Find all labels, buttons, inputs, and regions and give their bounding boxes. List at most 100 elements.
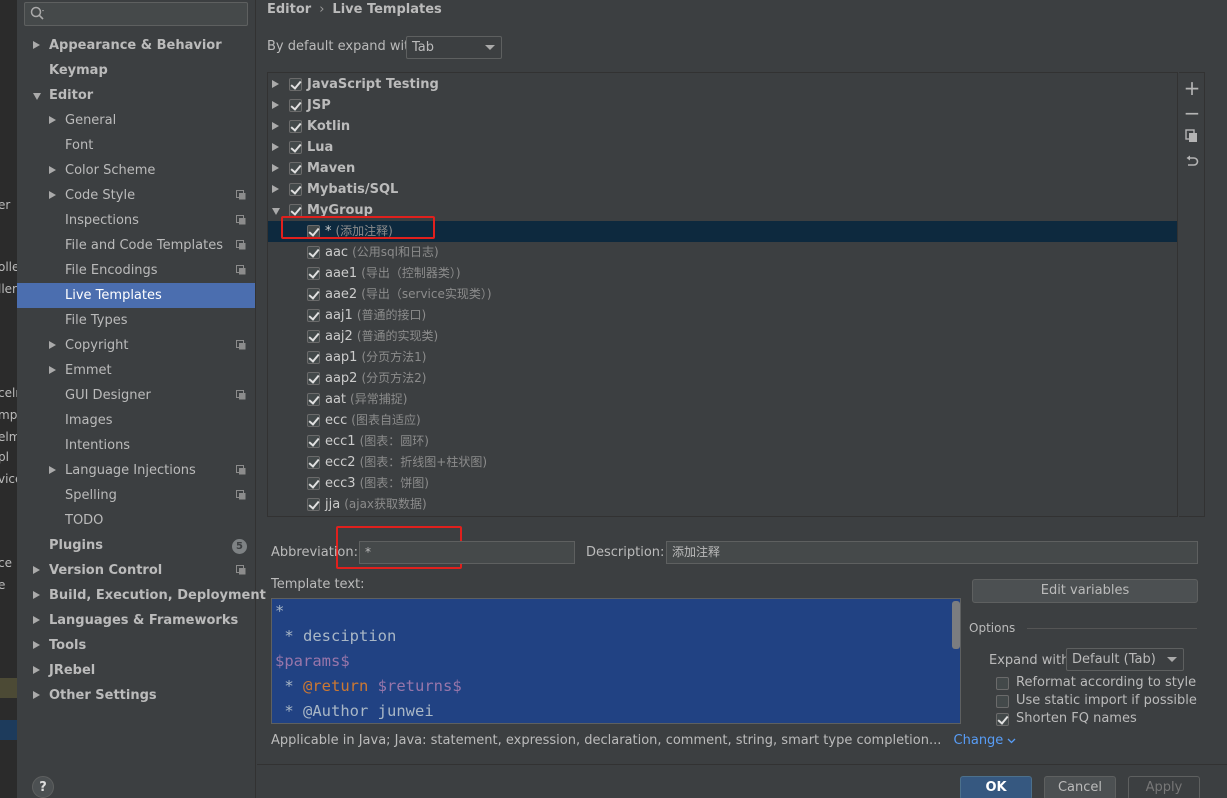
chevron-right-icon[interactable] [33,641,40,649]
sidebar-item-inspections[interactable]: Inspections [17,208,255,233]
chevron-right-icon[interactable] [272,164,279,172]
template-group-checkbox[interactable] [289,183,302,196]
template-checkbox[interactable] [307,414,320,427]
chevron-right-icon[interactable] [49,191,56,199]
chevron-right-icon[interactable] [272,101,279,109]
sidebar-item-spelling[interactable]: Spelling [17,483,255,508]
chevron-right-icon[interactable] [33,666,40,674]
template-text-editor[interactable]: * * desciption $params$ * @return $return… [271,598,961,724]
sidebar-item-appearance-behavior[interactable]: Appearance & Behavior [17,33,255,58]
remove-template-button[interactable]: − [1183,103,1201,123]
chevron-right-icon[interactable] [49,341,56,349]
template-group-row[interactable]: Maven [268,158,1177,179]
template-row[interactable]: aae2 (导出（service实现类）) [268,284,1177,305]
sidebar-item-other-settings[interactable]: Other Settings [17,683,255,708]
chevron-right-icon[interactable] [272,122,279,130]
template-checkbox[interactable] [307,267,320,280]
sidebar-item-file-types[interactable]: File Types [17,308,255,333]
sidebar-item-images[interactable]: Images [17,408,255,433]
template-group-row[interactable]: JavaScript Testing [268,74,1177,95]
template-group-row[interactable]: Mybatis/SQL [268,179,1177,200]
template-checkbox[interactable] [307,393,320,406]
chevron-right-icon[interactable] [49,366,56,374]
sidebar-item-file-encodings[interactable]: File Encodings [17,258,255,283]
chevron-right-icon[interactable] [49,116,56,124]
sidebar-item-general[interactable]: General [17,108,255,133]
template-row[interactable]: aat (异常捕捉) [268,389,1177,410]
sidebar-item-build-execution-deployment[interactable]: Build, Execution, Deployment [17,583,266,608]
template-checkbox[interactable] [307,456,320,469]
template-group-checkbox[interactable] [289,99,302,112]
template-row[interactable]: aac (公用sql和日志) [268,242,1177,263]
chevron-right-icon[interactable] [33,616,40,624]
chevron-right-icon[interactable] [49,466,56,474]
template-row[interactable]: aae1 (导出（控制器类）) [268,263,1177,284]
description-field[interactable]: 添加注释 [666,541,1198,564]
cancel-button[interactable]: Cancel [1044,776,1116,798]
sidebar-item-tools[interactable]: Tools [17,633,255,658]
sidebar-item-plugins[interactable]: Plugins 5 [17,533,255,558]
sidebar-item-keymap[interactable]: Keymap [17,58,255,83]
chevron-right-icon[interactable] [33,591,40,599]
chevron-right-icon[interactable] [272,80,279,88]
template-row[interactable]: aaj1 (普通的接口) [268,305,1177,326]
template-row[interactable]: ecc3 (图表：饼图) [268,473,1177,494]
template-group-row[interactable]: JSP [268,95,1177,116]
template-checkbox[interactable] [307,225,320,238]
restore-defaults-button[interactable] [1183,155,1201,173]
template-group-row[interactable]: Lua [268,137,1177,158]
chevron-right-icon[interactable] [272,143,279,151]
template-row[interactable]: ecc1 (图表：圆环) [268,431,1177,452]
template-group-row[interactable]: MyGroup [268,200,1177,221]
sidebar-item-intentions[interactable]: Intentions [17,433,255,458]
sidebar-item-language-injections[interactable]: Language Injections [17,458,255,483]
apply-button[interactable]: Apply [1128,776,1200,798]
template-checkbox[interactable] [307,246,320,259]
sidebar-item-gui-designer[interactable]: GUI Designer [17,383,255,408]
template-row[interactable]: ecc (图表自适应) [268,410,1177,431]
template-checkbox[interactable] [307,351,320,364]
template-checkbox[interactable] [307,330,320,343]
help-button[interactable]: ? [32,776,54,798]
change-context-link[interactable]: Change [954,733,1017,748]
default-expand-combo[interactable]: Tab [406,36,502,59]
template-group-checkbox[interactable] [289,141,302,154]
expand-with-combo[interactable]: Default (Tab) [1066,648,1184,671]
sidebar-item-code-style[interactable]: Code Style [17,183,255,208]
chevron-right-icon[interactable] [49,166,56,174]
option-checkbox[interactable] [996,677,1009,690]
ok-button[interactable]: OK [960,776,1032,798]
sidebar-item-font[interactable]: Font [17,133,255,158]
template-group-row[interactable]: Kotlin [268,116,1177,137]
settings-search-input[interactable] [51,5,241,23]
chevron-right-icon[interactable] [33,691,40,699]
sidebar-item-editor[interactable]: Editor [17,83,255,108]
chevron-down-icon[interactable] [272,208,280,215]
chevron-down-icon[interactable] [33,93,41,100]
template-row[interactable]: aap2 (分页方法2) [268,368,1177,389]
sidebar-item-jrebel[interactable]: JRebel [17,658,255,683]
template-checkbox[interactable] [307,372,320,385]
sidebar-item-color-scheme[interactable]: Color Scheme [17,158,255,183]
sidebar-item-todo[interactable]: TODO [17,508,255,533]
template-checkbox[interactable] [307,498,320,511]
sidebar-item-file-and-code-templates[interactable]: File and Code Templates [17,233,255,258]
template-row[interactable]: * (添加注释) [268,221,1177,242]
template-checkbox[interactable] [307,309,320,322]
settings-search-box[interactable] [24,2,248,26]
sidebar-item-languages-frameworks[interactable]: Languages & Frameworks [17,608,255,633]
chevron-right-icon[interactable] [33,566,40,574]
template-checkbox[interactable] [307,288,320,301]
template-text-scrollbar[interactable] [952,601,960,649]
copy-template-button[interactable] [1183,129,1201,147]
template-row[interactable]: aaj2 (普通的实现类) [268,326,1177,347]
template-group-checkbox[interactable] [289,78,302,91]
sidebar-item-emmet[interactable]: Emmet [17,358,255,383]
template-row[interactable]: ecc2 (图表：折线图+柱状图) [268,452,1177,473]
template-checkbox[interactable] [307,477,320,490]
option-checkbox[interactable] [996,713,1009,726]
template-checkbox[interactable] [307,435,320,448]
add-template-button[interactable]: + [1183,78,1201,98]
sidebar-item-version-control[interactable]: Version Control [17,558,255,583]
template-row[interactable]: aap1 (分页方法1) [268,347,1177,368]
